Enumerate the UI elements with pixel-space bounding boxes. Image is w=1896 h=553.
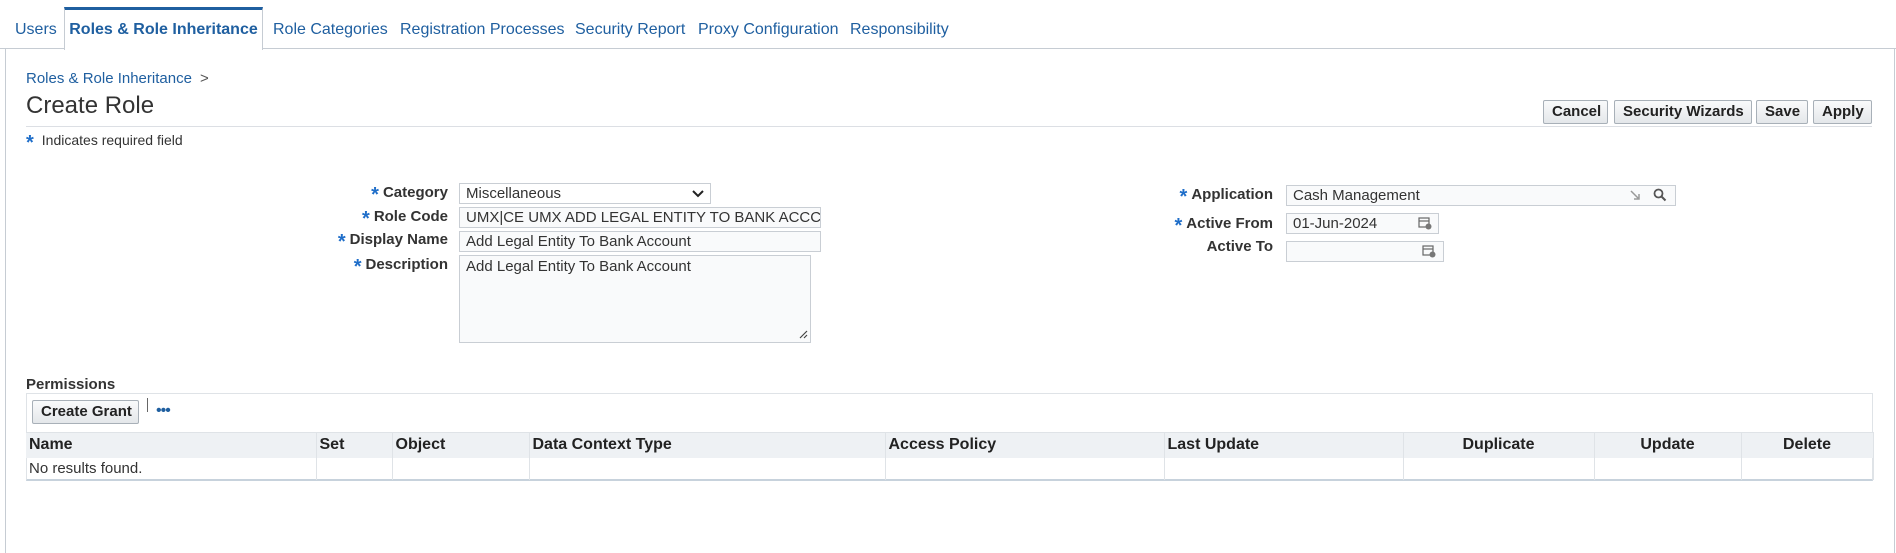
calendar-icon[interactable] [1422, 244, 1436, 261]
table-cell [1164, 457, 1404, 480]
chevron-down-icon [692, 184, 704, 203]
category-select[interactable]: Miscellaneous [459, 183, 711, 204]
table-row: No results found. [26, 457, 1874, 480]
active-from-label: * Active From [1175, 215, 1274, 238]
create-grant-button[interactable]: Create Grant [32, 400, 139, 424]
role-code-field[interactable]: UMX|CE UMX ADD LEGAL ENTITY TO BANK ACCC [459, 207, 821, 228]
active-to-label: Active To [1207, 238, 1273, 255]
active-from-value: 01-Jun-2024 [1293, 215, 1378, 232]
page-title: Create Role [26, 92, 155, 119]
category-label: * Category [371, 184, 448, 207]
tab-security-report[interactable]: Security Report [575, 7, 685, 49]
tab-proxy-configuration[interactable]: Proxy Configuration [698, 7, 839, 49]
active-to-field[interactable] [1286, 241, 1444, 262]
display-name-label: * Display Name [338, 231, 448, 254]
breadcrumb: Roles & Role Inheritance > [26, 70, 209, 87]
column-header-name[interactable]: Name [26, 432, 317, 458]
cancel-button[interactable]: Cancel [1543, 100, 1608, 124]
toolbar-separator [147, 398, 148, 412]
description-textarea[interactable]: Add Legal Entity To Bank Account [459, 255, 811, 343]
required-star: * [353, 256, 362, 278]
tab-responsibility[interactable]: Responsibility [850, 7, 949, 49]
active-from-field[interactable]: 01-Jun-2024 [1286, 213, 1439, 234]
title-divider [26, 126, 1872, 127]
page-border [1894, 49, 1895, 553]
permissions-table: Name Set Object Data Context Type Access… [26, 432, 1874, 480]
required-star: * [1174, 215, 1183, 237]
calendar-icon[interactable] [1418, 216, 1432, 233]
table-cell [1594, 457, 1742, 480]
table-cell [316, 457, 393, 480]
display-name-field[interactable]: Add Legal Entity To Bank Account [459, 231, 821, 252]
tab-role-categories[interactable]: Role Categories [273, 7, 388, 49]
table-cell [1741, 457, 1874, 480]
role-code-label-text: Role Code [373, 208, 448, 225]
application-label: * Application [1180, 186, 1273, 209]
apply-button[interactable]: Apply [1813, 100, 1872, 124]
page-border [5, 49, 6, 553]
required-star: * [362, 208, 370, 230]
category-value: Miscellaneous [466, 185, 562, 202]
tab-bar: Users Roles & Role Inheritance Role Cate… [0, 0, 1896, 50]
column-header-last-update[interactable]: Last Update [1164, 432, 1404, 458]
permissions-section-title: Permissions [26, 376, 116, 393]
required-field-note: * Indicates required field [26, 132, 183, 155]
column-header-set[interactable]: Set [316, 432, 393, 458]
table-cell [529, 457, 886, 480]
column-header-delete: Delete [1741, 432, 1874, 458]
application-label-text: Application [1191, 186, 1273, 203]
tab-registration-processes[interactable]: Registration Processes [400, 7, 565, 49]
required-star: * [337, 231, 346, 253]
application-value: Cash Management [1293, 187, 1420, 204]
table-header-row: Name Set Object Data Context Type Access… [26, 432, 1874, 458]
active-from-label-text: Active From [1186, 215, 1273, 232]
required-star: * [1179, 186, 1188, 208]
active-to-label-text: Active To [1206, 238, 1273, 255]
tab-users[interactable]: Users [15, 7, 57, 49]
column-header-data-context-type[interactable]: Data Context Type [529, 432, 886, 458]
category-label-text: Category [382, 184, 448, 201]
breadcrumb-link-roles[interactable]: Roles & Role Inheritance [26, 70, 192, 87]
table-cell [1403, 457, 1595, 480]
breadcrumb-separator: > [199, 70, 209, 87]
tab-roles-role-inheritance[interactable]: Roles & Role Inheritance [64, 7, 263, 50]
role-code-label: * Role Code [362, 208, 448, 231]
column-header-access-policy[interactable]: Access Policy [885, 432, 1165, 458]
description-label: * Description [354, 256, 448, 279]
save-button[interactable]: Save [1756, 100, 1808, 124]
display-name-label-text: Display Name [349, 231, 448, 248]
table-cell [392, 457, 530, 480]
more-actions-icon[interactable]: ••• [156, 402, 171, 420]
security-wizards-button[interactable]: Security Wizards [1614, 100, 1752, 124]
column-header-update: Update [1594, 432, 1742, 458]
description-label-text: Description [365, 256, 448, 273]
required-note-text: Indicates required field [41, 132, 183, 148]
required-star: * [26, 132, 34, 154]
search-icon[interactable] [1653, 188, 1667, 205]
application-field[interactable]: Cash Management [1286, 185, 1676, 206]
resize-handle-icon[interactable] [798, 329, 808, 341]
description-value: Add Legal Entity To Bank Account [466, 258, 691, 275]
clear-field-icon[interactable] [1629, 189, 1641, 204]
table-cell [885, 457, 1165, 480]
column-header-object[interactable]: Object [392, 432, 530, 458]
column-header-duplicate: Duplicate [1403, 432, 1595, 458]
required-star: * [371, 184, 379, 206]
empty-results-message: No results found. [26, 457, 317, 480]
